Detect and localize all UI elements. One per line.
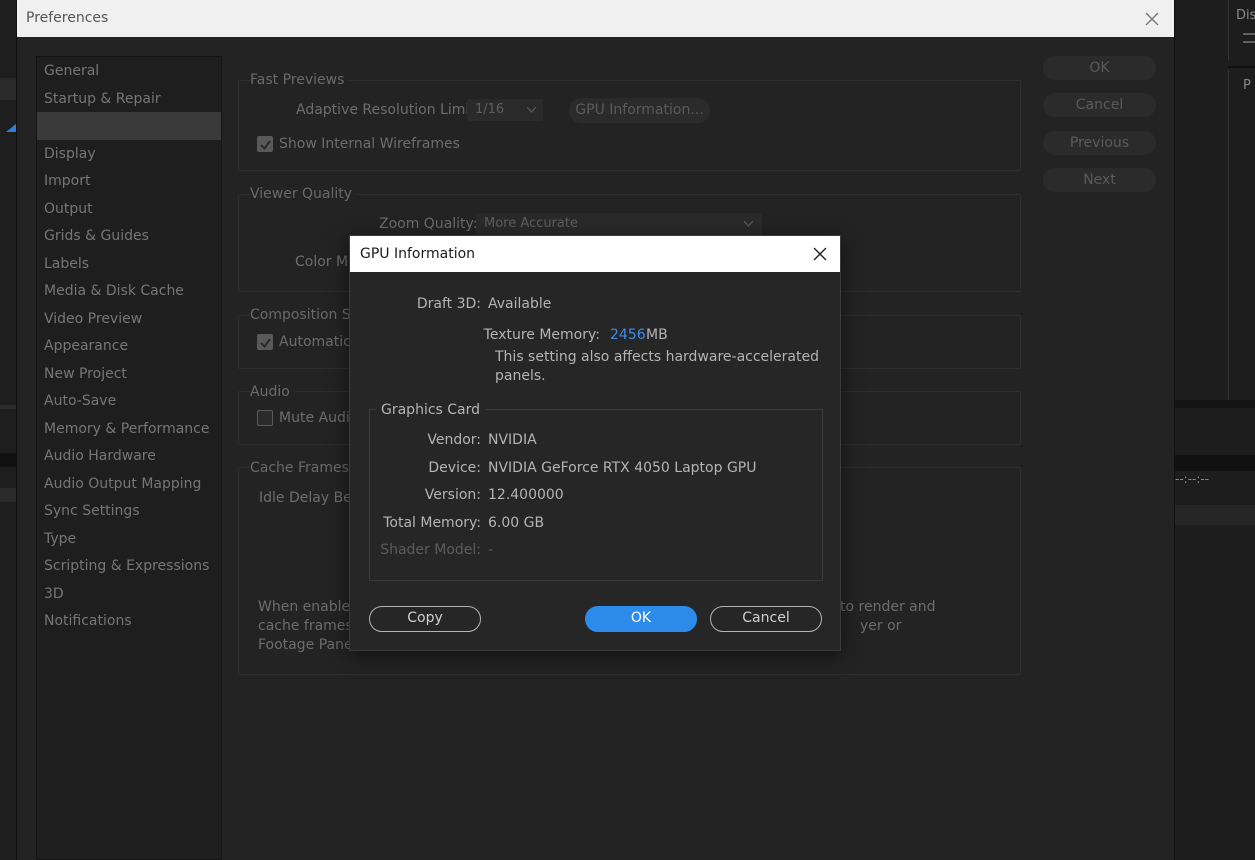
device-label: Device: bbox=[428, 460, 481, 476]
vendor-value: NVIDIA bbox=[488, 432, 537, 448]
close-icon bbox=[813, 247, 827, 261]
texture-memory-value[interactable]: 2456 bbox=[610, 327, 646, 343]
gpu-information-dialog: GPU Information Draft 3D: Available Text… bbox=[349, 235, 841, 651]
total-memory-label: Total Memory: bbox=[383, 515, 481, 531]
shader-model-label: Shader Model: bbox=[380, 542, 481, 558]
draft3d-label: Draft 3D: bbox=[416, 296, 481, 312]
shader-model-value: - bbox=[488, 542, 494, 558]
draft3d-value: Available bbox=[488, 296, 552, 312]
copy-button[interactable]: Copy bbox=[369, 606, 481, 632]
total-memory-value: 6.00 GB bbox=[488, 515, 545, 531]
gpu-dialog-title: GPU Information bbox=[360, 246, 476, 262]
texture-note-line: panels. bbox=[495, 368, 546, 384]
gpu-cancel-button[interactable]: Cancel bbox=[710, 606, 822, 632]
gpu-dialog-close-button[interactable] bbox=[802, 238, 838, 270]
texture-note-line: This setting also affects hardware-accel… bbox=[495, 349, 819, 365]
gpu-dialog-titlebar: GPU Information bbox=[350, 236, 840, 272]
texture-memory-label: Texture Memory: bbox=[483, 327, 600, 343]
vendor-label: Vendor: bbox=[427, 432, 481, 448]
gpu-ok-button[interactable]: OK bbox=[585, 606, 697, 632]
version-value: 12.400000 bbox=[488, 487, 564, 503]
graphics-card-label: Graphics Card bbox=[376, 402, 487, 418]
texture-memory-unit: MB bbox=[646, 327, 668, 343]
version-label: Version: bbox=[424, 487, 481, 503]
device-value: NVIDIA GeForce RTX 4050 Laptop GPU bbox=[488, 460, 757, 476]
